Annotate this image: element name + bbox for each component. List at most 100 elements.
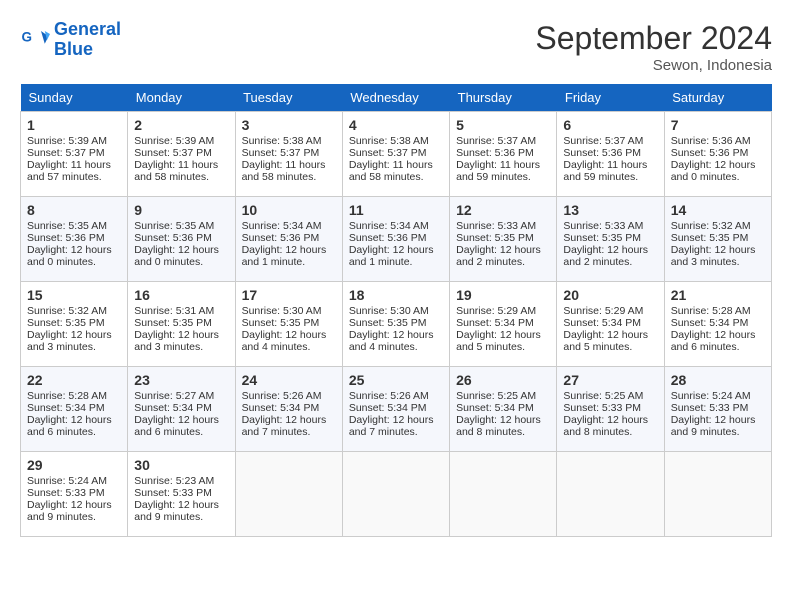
- location: Sewon, Indonesia: [535, 57, 772, 74]
- table-row: 11Sunrise: 5:34 AMSunset: 5:36 PMDayligh…: [342, 197, 449, 282]
- calendar-week-row: 8 Sunrise: 5:35 AM Sunset: 5:36 PM Daylight…: [21, 197, 772, 282]
- day-number: 25: [349, 372, 443, 388]
- day-number: 7: [671, 117, 765, 133]
- day-number: 6: [563, 117, 657, 133]
- day-number: 3: [242, 117, 336, 133]
- table-row: 3Sunrise: 5:38 AMSunset: 5:37 PMDaylight…: [235, 112, 342, 197]
- sunrise-label: Sunrise: 5:31 AM: [134, 305, 214, 317]
- sunset-label: Sunset: 5:33 PM: [671, 402, 749, 414]
- sunrise-label: Sunrise: 5:38 AM: [349, 135, 429, 147]
- table-row: 1Sunrise: 5:39 AMSunset: 5:37 PMDaylight…: [21, 112, 128, 197]
- logo-blue: Blue: [54, 39, 93, 59]
- sunrise-label: Sunrise: 5:26 AM: [349, 390, 429, 402]
- sunrise-label: Sunrise: 5:33 AM: [456, 220, 536, 232]
- sunset-label: Sunset: 5:35 PM: [242, 317, 320, 329]
- sunset-label: Sunset: 5:36 PM: [134, 232, 212, 244]
- table-row: 14Sunrise: 5:32 AMSunset: 5:35 PMDayligh…: [664, 197, 771, 282]
- sunrise-label: Sunrise: 5:30 AM: [242, 305, 322, 317]
- table-row: 26Sunrise: 5:25 AMSunset: 5:34 PMDayligh…: [450, 367, 557, 452]
- daylight-label: Daylight: 11 hours and 58 minutes.: [134, 159, 218, 183]
- daylight-label: Daylight: 12 hours and 1 minute.: [349, 244, 434, 268]
- sunrise-label: Sunrise: 5:35 AM: [27, 220, 107, 232]
- sunrise-label: Sunrise: 5:24 AM: [671, 390, 751, 402]
- table-row: 21Sunrise: 5:28 AMSunset: 5:34 PMDayligh…: [664, 282, 771, 367]
- sunset-label: Sunset: 5:34 PM: [27, 402, 105, 414]
- sunset-label: Sunset: 5:37 PM: [27, 147, 105, 159]
- table-row: 2Sunrise: 5:39 AMSunset: 5:37 PMDaylight…: [128, 112, 235, 197]
- day-number: 16: [134, 287, 228, 303]
- col-tuesday: Tuesday: [235, 84, 342, 112]
- daylight-label: Daylight: 12 hours and 1 minute.: [242, 244, 327, 268]
- table-row: 17 Sunrise: 5:30 AMSunset: 5:35 PMDayligh…: [235, 282, 342, 367]
- table-row: 16Sunrise: 5:31 AMSunset: 5:35 PMDayligh…: [128, 282, 235, 367]
- sunrise-label: Sunrise: 5:34 AM: [242, 220, 322, 232]
- col-monday: Monday: [128, 84, 235, 112]
- sunrise-label: Sunrise: 5:25 AM: [456, 390, 536, 402]
- sunrise-label: Sunrise: 5:29 AM: [456, 305, 536, 317]
- daylight-label: Daylight: 11 hours and 58 minutes.: [349, 159, 433, 183]
- day-number: 1: [27, 117, 121, 133]
- daylight-label: Daylight: 12 hours and 4 minutes.: [242, 329, 327, 353]
- sunset-label: Sunset: 5:35 PM: [456, 232, 534, 244]
- sunset-label: Sunset: 5:36 PM: [563, 147, 641, 159]
- sunrise-label: Sunrise: 5:28 AM: [27, 390, 107, 402]
- calendar-body: 1Sunrise: 5:39 AMSunset: 5:37 PMDaylight…: [21, 112, 772, 537]
- table-row: 19Sunrise: 5:29 AMSunset: 5:34 PMDayligh…: [450, 282, 557, 367]
- sunset-label: Sunset: 5:35 PM: [27, 317, 105, 329]
- daylight-label: Daylight: 12 hours and 6 minutes.: [134, 414, 219, 438]
- daylight-label: Daylight: 12 hours and 9 minutes.: [671, 414, 756, 438]
- daylight-label: Daylight: 11 hours and 59 minutes.: [563, 159, 647, 183]
- sunrise-label: Sunrise: 5:38 AM: [242, 135, 322, 147]
- daylight-label: Daylight: 12 hours and 3 minutes.: [671, 244, 756, 268]
- day-number: 27: [563, 372, 657, 388]
- sunrise-label: Sunrise: 5:37 AM: [563, 135, 643, 147]
- day-number: 12: [456, 202, 550, 218]
- calendar-week-row: 29Sunrise: 5:24 AMSunset: 5:33 PMDayligh…: [21, 452, 772, 537]
- table-row: 9Sunrise: 5:35 AMSunset: 5:36 PMDaylight…: [128, 197, 235, 282]
- sunset-label: Sunset: 5:35 PM: [563, 232, 641, 244]
- sunrise-label: Sunrise: 5:28 AM: [671, 305, 751, 317]
- table-row: 18Sunrise: 5:30 AMSunset: 5:35 PMDayligh…: [342, 282, 449, 367]
- day-number: 9: [134, 202, 228, 218]
- table-row: [342, 452, 449, 537]
- sunset-label: Sunset: 5:37 PM: [349, 147, 427, 159]
- day-number: 26: [456, 372, 550, 388]
- sunrise-label: Sunrise: 5:39 AM: [134, 135, 214, 147]
- table-row: 4Sunrise: 5:38 AMSunset: 5:37 PMDaylight…: [342, 112, 449, 197]
- sunrise-label: Sunrise: 5:32 AM: [671, 220, 751, 232]
- logo-icon: G: [20, 25, 50, 55]
- sunset-label: Sunset: 5:35 PM: [349, 317, 427, 329]
- sunset-label: Sunset: 5:34 PM: [242, 402, 320, 414]
- sunrise-label: Sunrise: 5:27 AM: [134, 390, 214, 402]
- sunset-label: Sunset: 5:36 PM: [671, 147, 749, 159]
- col-wednesday: Wednesday: [342, 84, 449, 112]
- col-friday: Friday: [557, 84, 664, 112]
- day-number: 17: [242, 287, 336, 303]
- daylight-label: Daylight: 12 hours and 9 minutes.: [134, 499, 219, 523]
- day-number: 8: [27, 202, 121, 218]
- sunset-label: Sunset: 5:34 PM: [456, 317, 534, 329]
- daylight-label: Daylight: 12 hours and 2 minutes.: [456, 244, 541, 268]
- sunset-label: Sunset: 5:33 PM: [563, 402, 641, 414]
- day-number: 23: [134, 372, 228, 388]
- table-row: 25Sunrise: 5:26 AMSunset: 5:34 PMDayligh…: [342, 367, 449, 452]
- day-number: 11: [349, 202, 443, 218]
- table-row: [664, 452, 771, 537]
- col-saturday: Saturday: [664, 84, 771, 112]
- sunset-label: Sunset: 5:37 PM: [242, 147, 320, 159]
- table-row: [235, 452, 342, 537]
- daylight-label: Daylight: 12 hours and 8 minutes.: [563, 414, 648, 438]
- daylight-label: Daylight: 12 hours and 5 minutes.: [563, 329, 648, 353]
- day-number: 20: [563, 287, 657, 303]
- day-number: 13: [563, 202, 657, 218]
- daylight-label: Daylight: 12 hours and 0 minutes.: [671, 159, 756, 183]
- table-row: 7Sunrise: 5:36 AMSunset: 5:36 PMDaylight…: [664, 112, 771, 197]
- day-number: 2: [134, 117, 228, 133]
- sunset-label: Sunset: 5:33 PM: [27, 487, 105, 499]
- col-sunday: Sunday: [21, 84, 128, 112]
- table-row: 5Sunrise: 5:37 AMSunset: 5:36 PMDaylight…: [450, 112, 557, 197]
- sunset-label: Sunset: 5:34 PM: [671, 317, 749, 329]
- sunrise-label: Sunrise: 5:34 AM: [349, 220, 429, 232]
- sunrise-label: Sunrise: 5:26 AM: [242, 390, 322, 402]
- calendar-header-row: Sunday Monday Tuesday Wednesday Thursday…: [21, 84, 772, 112]
